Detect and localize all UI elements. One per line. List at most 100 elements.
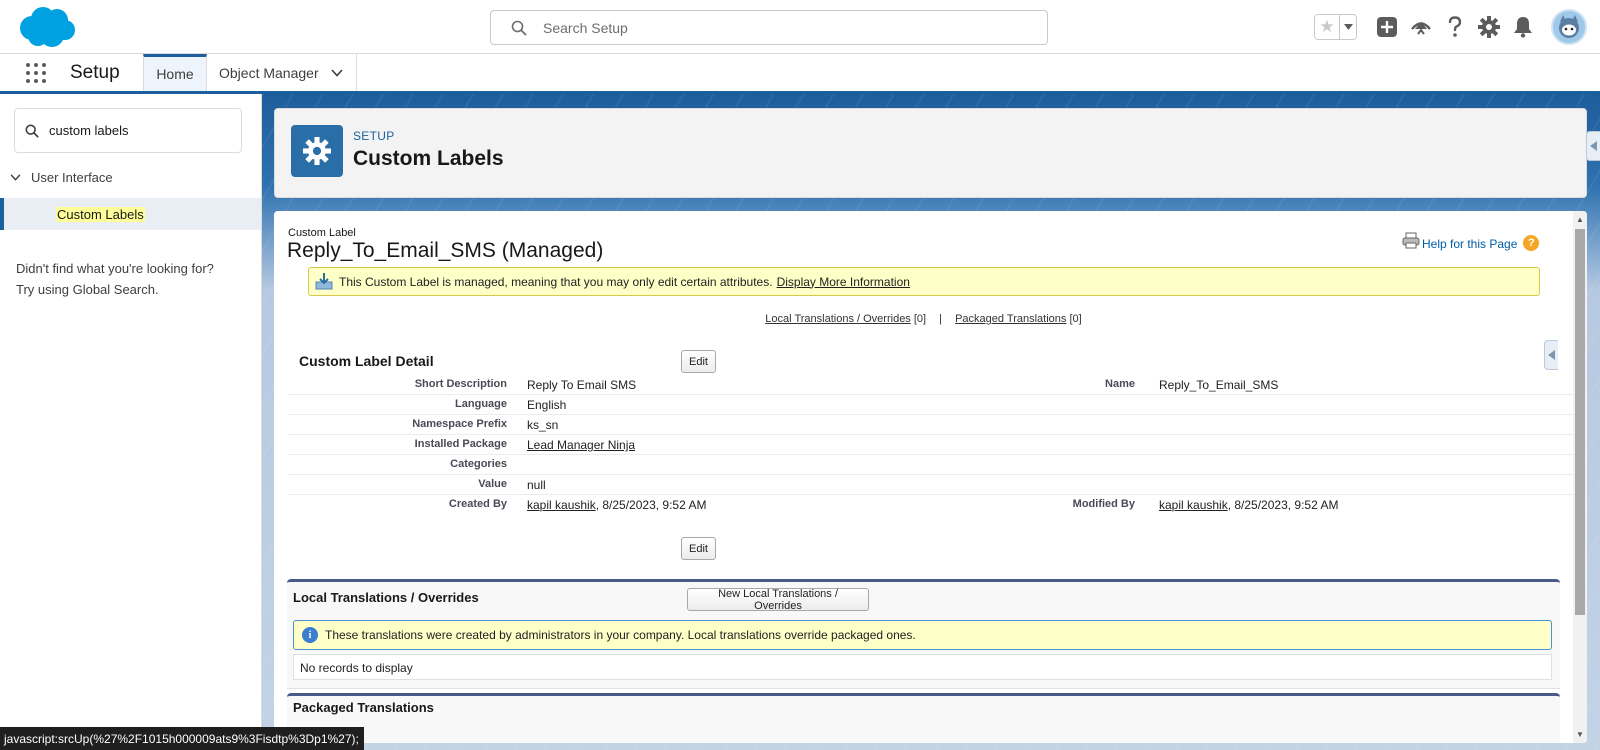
modified-by-date: , 8/25/2023, 9:52 AM bbox=[1227, 498, 1339, 512]
record-detail-card: Custom Label Reply_To_Email_SMS (Managed… bbox=[274, 211, 1587, 743]
field-label-short-description: Short Description bbox=[414, 378, 507, 390]
info-icon: i bbox=[302, 627, 318, 643]
edit-button[interactable]: Edit bbox=[681, 350, 716, 373]
salesforce-logo[interactable] bbox=[16, 6, 76, 48]
global-header: ★ bbox=[0, 0, 1600, 54]
user-avatar[interactable] bbox=[1551, 9, 1587, 45]
link-separator: | bbox=[939, 313, 943, 325]
packaged-translations-section: Packaged Translations bbox=[287, 693, 1560, 743]
field-value-namespace: ks_sn bbox=[527, 418, 559, 432]
global-search-box[interactable] bbox=[490, 10, 1048, 45]
local-translations-info: i These translations were created by adm… bbox=[293, 620, 1552, 650]
field-label-name: Name bbox=[1105, 378, 1135, 390]
scrollbar-thumb[interactable] bbox=[1575, 229, 1585, 615]
record-title: Reply_To_Email_SMS (Managed) bbox=[287, 239, 604, 262]
local-translations-title: Local Translations / Overrides bbox=[293, 590, 479, 605]
field-value-name: Reply_To_Email_SMS bbox=[1159, 378, 1279, 392]
help-link-text[interactable]: Help for this Page bbox=[1422, 237, 1517, 251]
field-label-created-by: Created By bbox=[448, 498, 507, 510]
field-value-language: English bbox=[527, 398, 567, 412]
favorites-dropdown-icon[interactable] bbox=[1339, 15, 1356, 39]
header-utility-icons: ★ bbox=[1314, 9, 1587, 45]
chevron-down-icon[interactable] bbox=[331, 68, 343, 77]
tab-home[interactable]: Home bbox=[143, 54, 207, 91]
page-title: Custom Labels bbox=[353, 147, 504, 170]
scroll-down-arrow-icon[interactable]: ▼ bbox=[1576, 730, 1584, 739]
empty-list-message: No records to display bbox=[293, 654, 1552, 680]
trailhead-icon[interactable] bbox=[1409, 15, 1433, 39]
printer-icon[interactable] bbox=[1402, 232, 1420, 249]
field-row: Language English bbox=[288, 395, 1573, 415]
detail-section-title: Custom Label Detail bbox=[299, 353, 434, 369]
app-launcher-icon[interactable] bbox=[24, 61, 48, 85]
global-actions-add-icon[interactable] bbox=[1375, 15, 1399, 39]
scroll-up-arrow-icon[interactable]: ▲ bbox=[1576, 215, 1584, 224]
chevron-left-icon bbox=[1589, 141, 1597, 151]
local-translations-info-text: These translations were created by admin… bbox=[325, 628, 916, 642]
field-row: Categories bbox=[288, 455, 1573, 475]
not-found-line-1: Didn't find what you're looking for? bbox=[16, 261, 214, 276]
display-more-info-link[interactable]: Display More Information bbox=[777, 275, 910, 289]
tree-item-custom-labels[interactable]: Custom Labels bbox=[0, 198, 261, 230]
tree-node-user-interface[interactable]: User Interface bbox=[10, 170, 113, 185]
side-panel-toggle-2[interactable] bbox=[1544, 340, 1558, 370]
record-type-label: Custom Label bbox=[288, 227, 356, 239]
page-eyebrow: SETUP bbox=[353, 129, 395, 143]
managed-message-text: This Custom Label is managed, meaning th… bbox=[339, 274, 773, 289]
field-label-namespace: Namespace Prefix bbox=[412, 418, 507, 430]
help-for-page-link[interactable]: Help for this Page ? bbox=[1402, 229, 1540, 251]
field-label-categories: Categories bbox=[450, 458, 507, 470]
field-value-value: null bbox=[527, 478, 546, 492]
download-info-icon bbox=[315, 273, 333, 290]
edit-button-bottom[interactable]: Edit bbox=[681, 537, 716, 560]
quick-find-input[interactable] bbox=[49, 123, 229, 138]
chevron-down-icon[interactable] bbox=[10, 174, 21, 181]
field-label-language: Language bbox=[455, 398, 507, 410]
notifications-bell-icon[interactable] bbox=[1511, 15, 1535, 39]
chevron-left-icon bbox=[1547, 350, 1555, 360]
search-icon bbox=[25, 124, 39, 138]
side-panel-toggle[interactable] bbox=[1586, 131, 1600, 161]
global-search-input[interactable] bbox=[543, 19, 1023, 36]
new-local-translation-button[interactable]: New Local Translations / Overrides bbox=[687, 588, 869, 612]
help-question-icon[interactable]: ? bbox=[1523, 235, 1540, 251]
packaged-translations-count: [0] bbox=[1069, 313, 1082, 325]
tree-item-label: Custom Labels bbox=[56, 206, 145, 222]
not-found-hint: Didn't find what you're looking for? Try… bbox=[16, 258, 214, 300]
not-found-line-2: Try using Global Search. bbox=[16, 282, 159, 297]
installed-package-link[interactable]: Lead Manager Ninja bbox=[527, 438, 635, 452]
local-translations-link[interactable]: Local Translations / Overrides bbox=[765, 313, 911, 325]
field-row: Created By kapil kaushik, 8/25/2023, 9:5… bbox=[288, 495, 1573, 515]
field-label-value: Value bbox=[478, 478, 507, 490]
related-list-links: Local Translations / Overrides [0] | Pac… bbox=[274, 313, 1573, 325]
tab-home-label: Home bbox=[156, 66, 194, 82]
packaged-translations-title: Packaged Translations bbox=[293, 700, 434, 715]
field-row: Short Description Reply To Email SMS Nam… bbox=[288, 375, 1573, 395]
help-icon[interactable] bbox=[1443, 15, 1467, 39]
field-label-installed-package: Installed Package bbox=[414, 438, 507, 450]
managed-message: This Custom Label is managed, meaning th… bbox=[308, 267, 1540, 296]
created-by-user-link[interactable]: kapil kaushik bbox=[527, 498, 596, 512]
field-row: Value null bbox=[288, 475, 1573, 495]
app-nav-bar: Setup Home Object Manager bbox=[0, 54, 1600, 94]
local-translations-section: Local Translations / Overrides New Local… bbox=[287, 579, 1560, 689]
setup-gear-icon[interactable] bbox=[1477, 15, 1501, 39]
favorites-star-icon[interactable]: ★ bbox=[1315, 15, 1339, 39]
browser-status-bar: javascript:srcUp(%27%2F1015h000009ats9%3… bbox=[0, 727, 364, 750]
modified-by-user-link[interactable]: kapil kaushik bbox=[1159, 498, 1228, 512]
page-header: SETUP Custom Labels bbox=[274, 108, 1587, 198]
field-row: Installed Package Lead Manager Ninja bbox=[288, 435, 1573, 455]
favorites-group: ★ bbox=[1314, 14, 1357, 40]
tab-object-manager-label: Object Manager bbox=[219, 64, 319, 81]
packaged-translations-link[interactable]: Packaged Translations bbox=[955, 313, 1066, 325]
setup-gear-icon bbox=[291, 125, 343, 177]
field-row: Namespace Prefix ks_sn bbox=[288, 415, 1573, 435]
content-scrollbar[interactable]: ▲ ▼ bbox=[1573, 211, 1587, 743]
field-value-short-description: Reply To Email SMS bbox=[527, 378, 637, 392]
tab-object-manager[interactable]: Object Manager bbox=[207, 54, 357, 91]
tree-node-label: User Interface bbox=[31, 170, 113, 185]
quick-find-box[interactable] bbox=[14, 108, 242, 153]
search-icon bbox=[511, 20, 527, 35]
created-by-date: , 8/25/2023, 9:52 AM bbox=[595, 498, 707, 512]
app-name: Setup bbox=[70, 62, 120, 83]
